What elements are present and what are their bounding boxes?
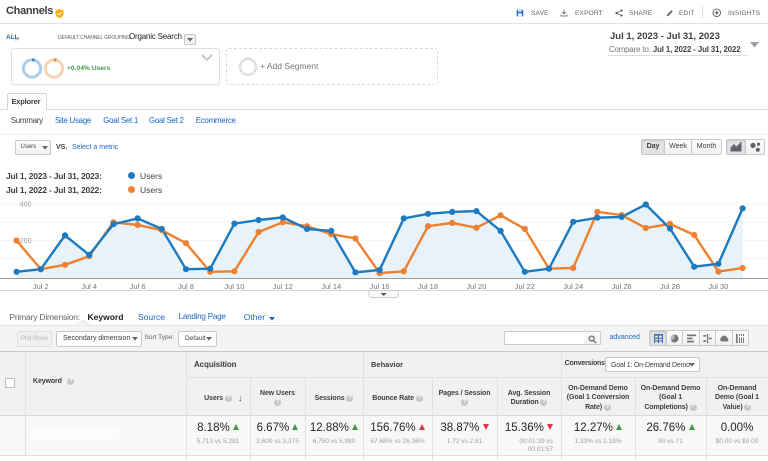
svg-text:Jul 22: Jul 22 [515,282,535,291]
svg-text:Jul 30: Jul 30 [708,282,728,291]
svg-text:Jul 6: Jul 6 [130,282,146,291]
svg-text:400: 400 [20,202,32,209]
svg-text:Jul 24: Jul 24 [563,282,583,291]
svg-text:Jul 20: Jul 20 [466,282,486,291]
svg-text:Jul 28: Jul 28 [660,282,680,291]
svg-text:Jul 18: Jul 18 [418,282,438,291]
svg-text:Jul 8: Jul 8 [178,282,194,291]
svg-text:Jul 10: Jul 10 [224,282,244,291]
svg-text:200: 200 [20,238,32,245]
svg-text:Jul 26: Jul 26 [612,282,632,291]
svg-text:Jul 4: Jul 4 [81,282,97,291]
svg-text:Jul 14: Jul 14 [321,282,341,291]
svg-text:Jul 12: Jul 12 [273,282,293,291]
svg-text:Jul 2: Jul 2 [33,282,49,291]
svg-text:Jul 16: Jul 16 [370,282,390,291]
